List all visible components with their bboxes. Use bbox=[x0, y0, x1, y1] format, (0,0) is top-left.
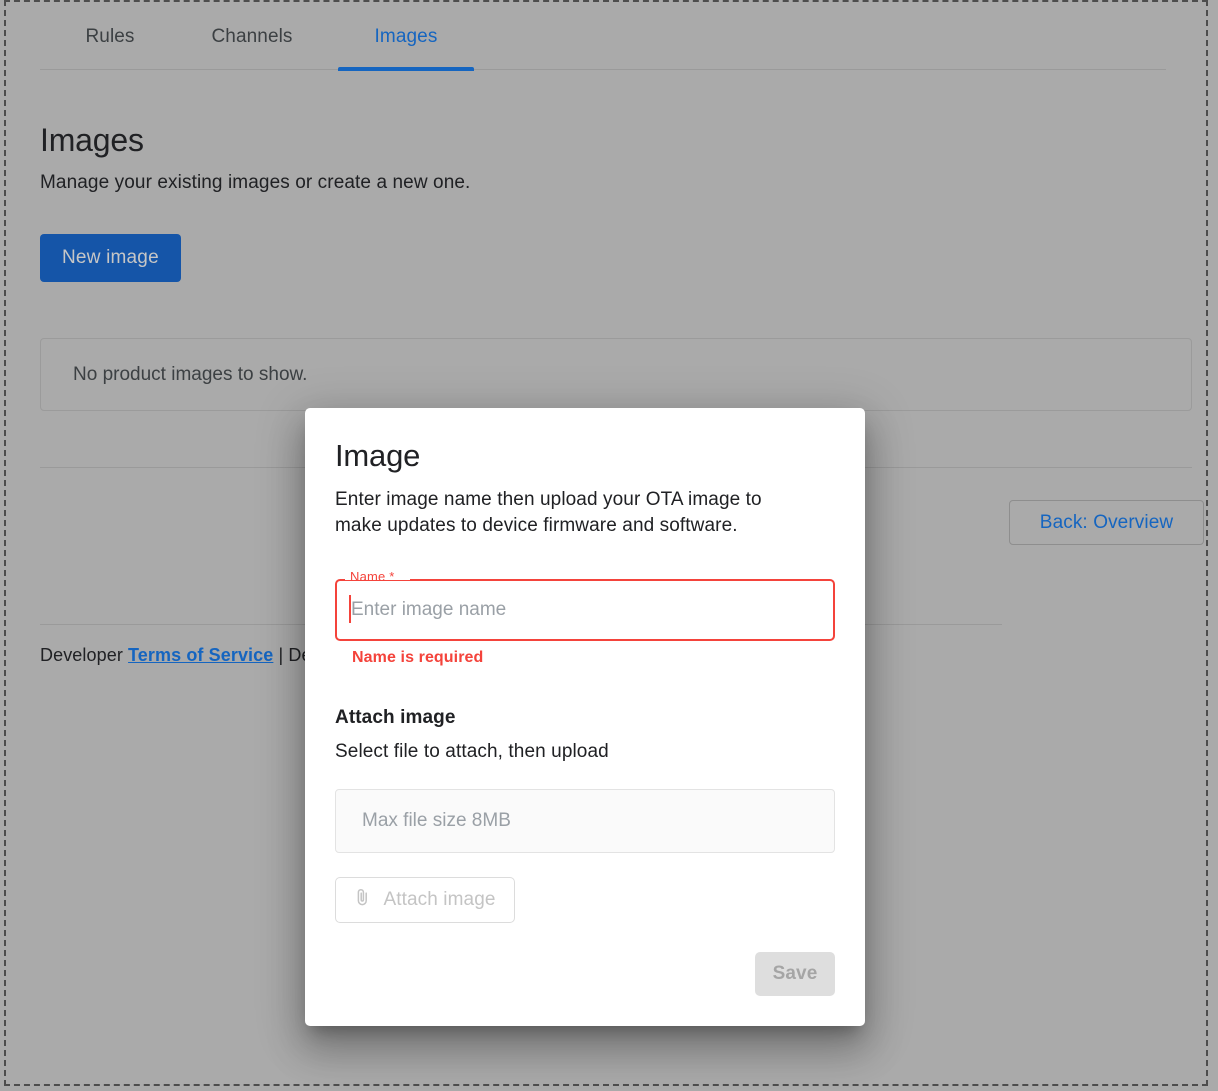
name-field-error: Name is required bbox=[352, 649, 484, 666]
tab-rules-label: Rules bbox=[85, 26, 135, 47]
tab-channels-label: Channels bbox=[211, 26, 293, 47]
tab-bar: Rules Channels Images bbox=[40, 4, 1166, 71]
attach-image-label: Attach image bbox=[383, 889, 496, 910]
empty-state-card: No product images to show. bbox=[40, 338, 1192, 411]
terms-of-service-link[interactable]: Terms of Service bbox=[128, 645, 273, 665]
page-title: Images bbox=[40, 122, 144, 158]
save-button: Save bbox=[755, 952, 835, 996]
dialog-description: Enter image name then upload your OTA im… bbox=[335, 489, 762, 536]
name-field-wrapper: Name * bbox=[335, 569, 835, 641]
tab-rules[interactable]: Rules bbox=[40, 4, 180, 70]
file-dropzone-label: Max file size 8MB bbox=[362, 810, 511, 831]
attach-image-button[interactable]: Attach image bbox=[335, 877, 515, 923]
page-subtitle: Manage your existing images or create a … bbox=[40, 172, 471, 193]
footer-prefix: Developer bbox=[40, 645, 129, 665]
tab-images[interactable]: Images bbox=[338, 4, 474, 71]
browser-viewport: Rules Channels Images Images Manage your… bbox=[0, 0, 1218, 1091]
new-image-button[interactable]: New image bbox=[40, 234, 181, 282]
attach-section-subtitle: Select file to attach, then upload bbox=[335, 741, 609, 762]
footer-legal: Developer Terms of Service | Dev bbox=[40, 645, 321, 666]
dialog-title: Image bbox=[335, 438, 421, 473]
paperclip-icon bbox=[354, 888, 371, 913]
image-dialog: Image Enter image name then upload your … bbox=[305, 408, 865, 1026]
tab-channels[interactable]: Channels bbox=[180, 4, 324, 70]
attach-section-title: Attach image bbox=[335, 707, 456, 728]
name-input[interactable] bbox=[337, 581, 833, 639]
empty-state-label: No product images to show. bbox=[73, 363, 308, 385]
back-overview-button[interactable]: Back: Overview bbox=[1009, 500, 1204, 545]
tab-images-label: Images bbox=[374, 26, 438, 47]
file-dropzone[interactable]: Max file size 8MB bbox=[335, 789, 835, 853]
